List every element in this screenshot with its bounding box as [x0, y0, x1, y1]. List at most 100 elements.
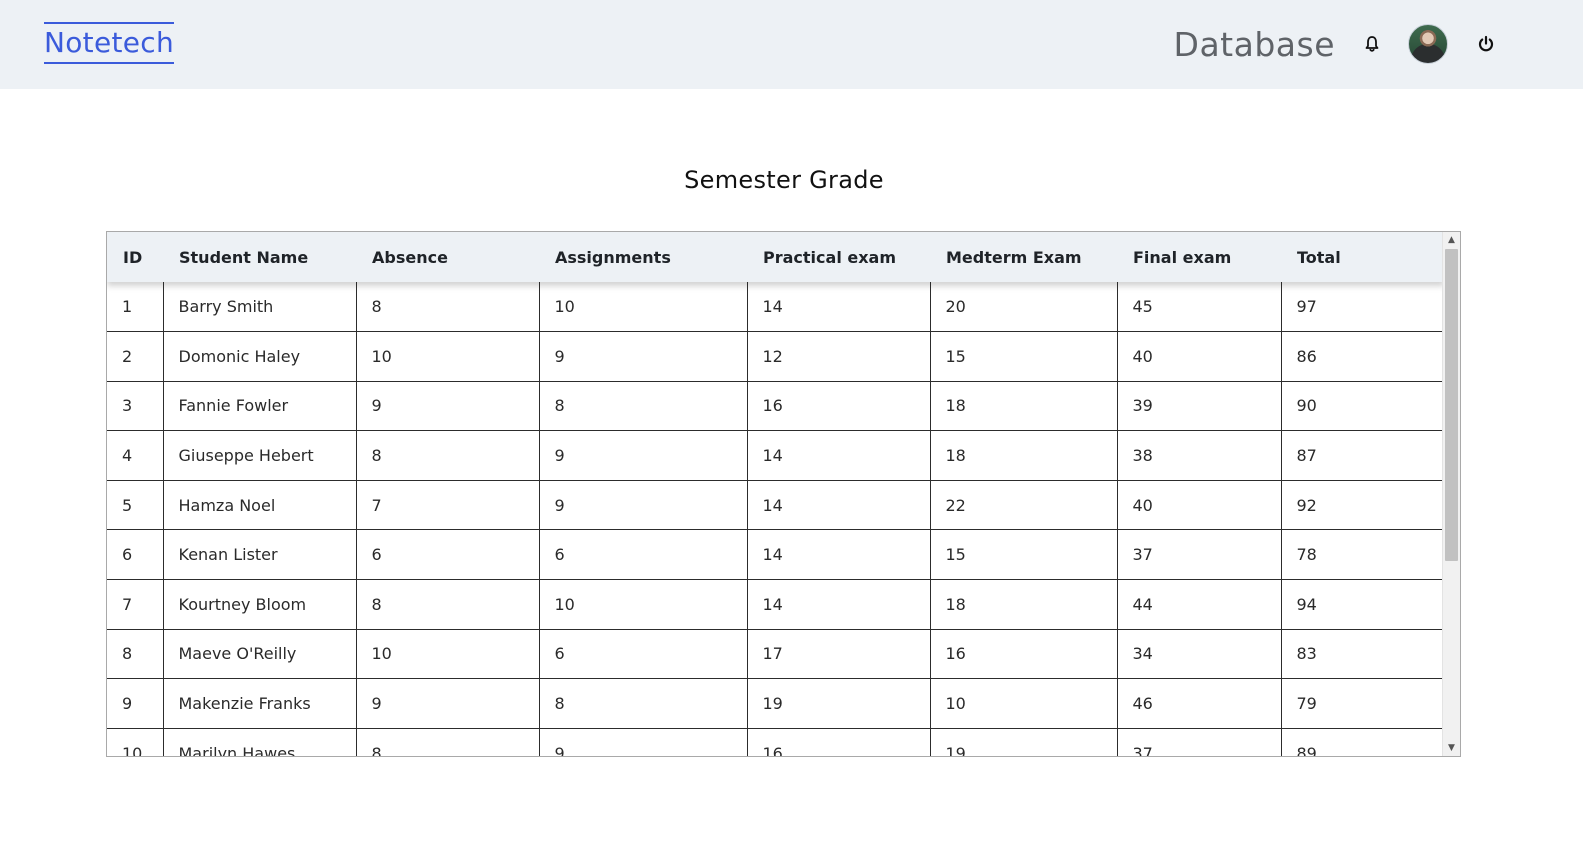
top-navbar: Notetech Database [0, 0, 1583, 89]
cell-absence: 10 [355, 628, 540, 680]
column-header[interactable]: Medterm Exam [930, 232, 1117, 282]
column-header[interactable]: Absence [356, 232, 539, 282]
cell-student-name: Fannie Fowler [162, 380, 357, 432]
column-header[interactable]: Final exam [1117, 232, 1281, 282]
cell-total: 86 [1280, 331, 1445, 382]
cell-midterm-exam: 15 [929, 529, 1118, 581]
table-row[interactable]: 7 Kourtney Bloom 8 10 14 18 44 94 [107, 579, 1445, 630]
section-title: Database [1173, 25, 1335, 64]
cell-assignments: 8 [538, 380, 748, 432]
cell-total: 78 [1280, 529, 1445, 581]
cell-absence: 8 [355, 579, 540, 630]
scrollbar-thumb[interactable] [1445, 249, 1458, 561]
table-row[interactable]: 10 Marilyn Hawes 8 9 16 19 37 89 [107, 727, 1445, 756]
table-row[interactable]: 3 Fannie Fowler 9 8 16 18 39 90 [107, 380, 1445, 432]
cell-final-exam: 45 [1116, 282, 1282, 333]
table-row[interactable]: 5 Hamza Noel 7 9 14 22 40 92 [107, 479, 1445, 531]
table-row[interactable]: 9 Makenzie Franks 9 8 19 10 46 79 [107, 678, 1445, 729]
cell-assignments: 6 [538, 529, 748, 581]
cell-midterm-exam: 18 [929, 579, 1118, 630]
cell-total: 97 [1280, 282, 1445, 333]
cell-practical-exam: 14 [746, 529, 931, 581]
brand-link[interactable]: Notetech [44, 22, 175, 64]
cell-practical-exam: 14 [746, 579, 931, 630]
cell-absence: 8 [355, 282, 540, 333]
cell-total: 92 [1280, 479, 1445, 531]
scroll-down-arrow-icon[interactable]: ▼ [1443, 740, 1460, 756]
cell-assignments: 10 [538, 579, 748, 630]
cell-assignments: 9 [538, 331, 748, 382]
cell-student-name: Makenzie Franks [162, 678, 357, 729]
page-title: Semester Grade [684, 166, 884, 194]
cell-practical-exam: 14 [746, 479, 931, 531]
cell-assignments: 9 [538, 727, 748, 756]
cell-midterm-exam: 10 [929, 678, 1118, 729]
cell-practical-exam: 16 [746, 727, 931, 756]
vertical-scrollbar[interactable]: ▲ ▼ [1442, 232, 1460, 756]
bell-icon[interactable] [1361, 33, 1383, 55]
cell-id: 6 [107, 529, 164, 581]
table-row[interactable]: 8 Maeve O'Reilly 10 6 17 16 34 83 [107, 628, 1445, 680]
cell-absence: 9 [355, 678, 540, 729]
cell-final-exam: 37 [1116, 529, 1282, 581]
user-avatar[interactable] [1408, 24, 1448, 64]
cell-practical-exam: 19 [746, 678, 931, 729]
cell-practical-exam: 12 [746, 331, 931, 382]
cell-midterm-exam: 20 [929, 282, 1118, 333]
cell-midterm-exam: 16 [929, 628, 1118, 680]
column-header[interactable]: Total [1281, 232, 1444, 282]
cell-assignments: 9 [538, 430, 748, 481]
cell-practical-exam: 16 [746, 380, 931, 432]
table-row[interactable]: 6 Kenan Lister 6 6 14 15 37 78 [107, 529, 1445, 581]
table-row[interactable]: 1 Barry Smith 8 10 14 20 45 97 [107, 282, 1445, 333]
cell-final-exam: 34 [1116, 628, 1282, 680]
cell-assignments: 9 [538, 479, 748, 531]
cell-midterm-exam: 19 [929, 727, 1118, 756]
cell-id: 1 [107, 282, 164, 333]
cell-id: 2 [107, 331, 164, 382]
cell-midterm-exam: 15 [929, 331, 1118, 382]
cell-midterm-exam: 18 [929, 430, 1118, 481]
cell-id: 9 [107, 678, 164, 729]
table-row[interactable]: 2 Domonic Haley 10 9 12 15 40 86 [107, 331, 1445, 382]
scroll-up-arrow-icon[interactable]: ▲ [1443, 232, 1460, 248]
cell-student-name: Domonic Haley [162, 331, 357, 382]
column-header[interactable]: Practical exam [747, 232, 930, 282]
power-icon[interactable] [1475, 33, 1497, 55]
cell-student-name: Hamza Noel [162, 479, 357, 531]
cell-student-name: Kenan Lister [162, 529, 357, 581]
column-header[interactable]: Assignments [539, 232, 747, 282]
cell-absence: 8 [355, 430, 540, 481]
cell-final-exam: 40 [1116, 479, 1282, 531]
cell-id: 7 [107, 579, 164, 630]
table-row[interactable]: 4 Giuseppe Hebert 8 9 14 18 38 87 [107, 430, 1445, 481]
cell-total: 87 [1280, 430, 1445, 481]
cell-student-name: Barry Smith [162, 282, 357, 333]
cell-id: 4 [107, 430, 164, 481]
grades-table-container[interactable]: ID Student Name Absence Assignments Prac… [106, 231, 1461, 757]
cell-assignments: 10 [538, 282, 748, 333]
cell-midterm-exam: 22 [929, 479, 1118, 531]
cell-absence: 7 [355, 479, 540, 531]
cell-id: 10 [107, 727, 164, 756]
cell-final-exam: 40 [1116, 331, 1282, 382]
column-header[interactable]: ID [107, 232, 163, 282]
cell-student-name: Giuseppe Hebert [162, 430, 357, 481]
cell-final-exam: 44 [1116, 579, 1282, 630]
cell-student-name: Marilyn Hawes [162, 727, 357, 756]
column-header[interactable]: Student Name [163, 232, 356, 282]
cell-total: 90 [1280, 380, 1445, 432]
cell-assignments: 8 [538, 678, 748, 729]
cell-midterm-exam: 18 [929, 380, 1118, 432]
table-header-row: ID Student Name Absence Assignments Prac… [107, 232, 1444, 282]
cell-id: 8 [107, 628, 164, 680]
cell-student-name: Maeve O'Reilly [162, 628, 357, 680]
cell-absence: 8 [355, 727, 540, 756]
cell-final-exam: 38 [1116, 430, 1282, 481]
grades-table: ID Student Name Absence Assignments Prac… [107, 232, 1445, 756]
cell-assignments: 6 [538, 628, 748, 680]
cell-practical-exam: 17 [746, 628, 931, 680]
cell-id: 5 [107, 479, 164, 531]
cell-absence: 10 [355, 331, 540, 382]
cell-total: 94 [1280, 579, 1445, 630]
